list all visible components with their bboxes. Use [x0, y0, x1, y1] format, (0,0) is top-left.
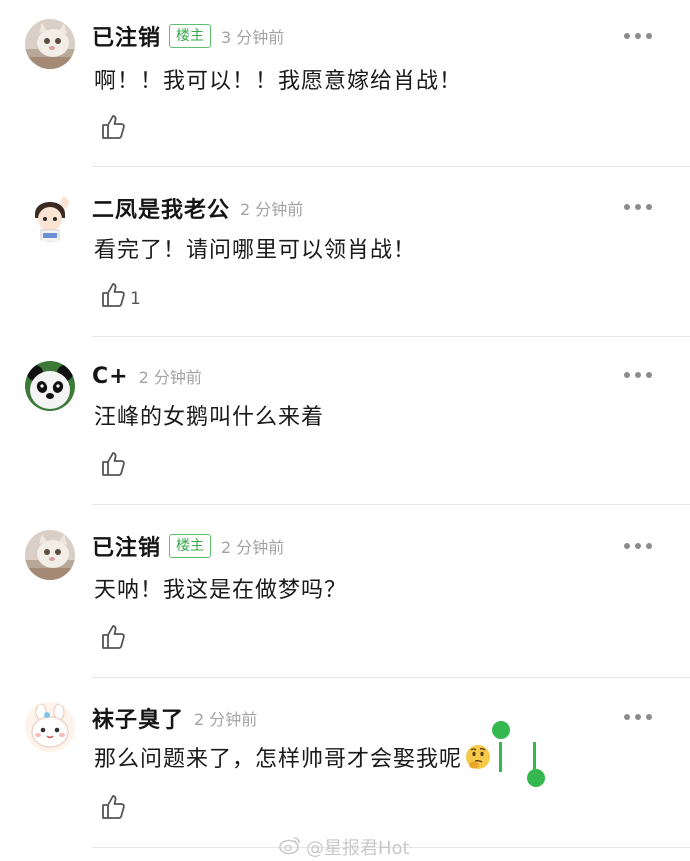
- username[interactable]: 已注销: [92, 20, 161, 52]
- user-avatar-panda[interactable]: [25, 361, 75, 411]
- timestamp: 2 分钟前: [194, 710, 258, 729]
- thumbs-up-icon: [102, 283, 125, 307]
- user-avatar-cartoon-rabbit[interactable]: [25, 702, 75, 752]
- thumbs-up-icon: [102, 452, 125, 476]
- divider: [92, 336, 690, 337]
- thumbs-up-icon: [102, 625, 125, 649]
- like-button[interactable]: [100, 112, 130, 140]
- more-options-icon[interactable]: [624, 713, 652, 721]
- timestamp: 2 分钟前: [240, 200, 304, 219]
- comment-text: 汪峰的女鹅叫什么来着: [94, 405, 325, 430]
- divider: [92, 677, 690, 678]
- more-options-icon[interactable]: [624, 371, 652, 379]
- selection-start-handle[interactable]: [492, 721, 510, 739]
- username[interactable]: 已注销: [92, 530, 161, 562]
- thumbs-up-icon: [102, 795, 125, 819]
- op-badge: 楼主: [169, 24, 212, 48]
- username[interactable]: 袜子臭了: [92, 702, 184, 734]
- selection-start-bar[interactable]: [499, 742, 502, 772]
- weibo-icon: [278, 835, 302, 860]
- user-avatar-cat[interactable]: [25, 19, 75, 69]
- comment-text-content: 那么问题来了，怎样帅哥才会娶我呢: [94, 747, 463, 772]
- timestamp: 3 分钟前: [221, 28, 285, 47]
- selection-end-bar[interactable]: [533, 742, 536, 772]
- like-button[interactable]: [100, 449, 130, 477]
- timestamp: 2 分钟前: [138, 368, 202, 387]
- comment-header: C+ 2 分钟前: [92, 360, 202, 392]
- op-badge: 楼主: [169, 534, 212, 558]
- comment-text: 啊！！我可以！！我愿意嫁给肖战！: [94, 69, 463, 94]
- more-options-icon[interactable]: [624, 203, 652, 211]
- selection-end-handle[interactable]: [527, 769, 545, 787]
- more-options-icon[interactable]: [624, 542, 652, 550]
- divider: [92, 504, 690, 505]
- comment-text: 天呐！我这是在做梦吗？: [94, 578, 348, 603]
- watermark: @星报君Hot: [278, 834, 410, 860]
- user-avatar-cartoon-boy[interactable]: [25, 192, 75, 242]
- username[interactable]: 二凤是我老公: [92, 192, 230, 224]
- comment-header: 二凤是我老公 2 分钟前: [92, 192, 303, 224]
- comment-header: 已注销 楼主 2 分钟前: [92, 530, 284, 562]
- timestamp: 2 分钟前: [221, 538, 285, 557]
- like-count: 1: [130, 289, 141, 309]
- thinking-face-emoji: [464, 743, 492, 771]
- comment-text: 看完了！请问哪里可以领肖战！: [94, 238, 417, 263]
- user-avatar-cat[interactable]: [25, 530, 75, 580]
- comment-header: 已注销 楼主 3 分钟前: [92, 20, 284, 52]
- divider: [92, 166, 690, 167]
- like-button[interactable]: [100, 792, 130, 820]
- watermark-text: @星报君Hot: [306, 838, 410, 859]
- comment-list-page: 已注销 楼主 3 分钟前 啊！！我可以！！我愿意嫁给肖战！ 二凤是我老公 2 分…: [0, 0, 690, 861]
- thumbs-up-icon: [102, 115, 125, 139]
- like-button[interactable]: [100, 622, 130, 650]
- comment-text: 那么问题来了，怎样帅哥才会娶我呢: [94, 741, 492, 773]
- more-options-icon[interactable]: [624, 32, 652, 40]
- like-button[interactable]: 1: [100, 280, 141, 308]
- username[interactable]: C+: [92, 364, 129, 389]
- comment-header: 袜子臭了 2 分钟前: [92, 702, 257, 734]
